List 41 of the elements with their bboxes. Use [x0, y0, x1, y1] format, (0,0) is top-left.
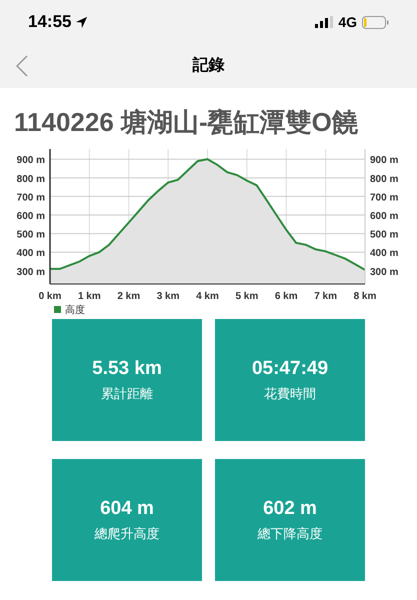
stat-value: 5.53 km	[92, 356, 162, 381]
legend-label: 高度	[65, 305, 85, 316]
network-label: 4G	[338, 12, 357, 32]
x-tick-label: 7 km	[314, 291, 338, 302]
y-tick-label: 600 m	[370, 211, 398, 222]
y-tick-label: 300 m	[370, 266, 398, 278]
x-tick-label: 0 km	[38, 291, 62, 302]
y-tick-label: 500 m	[370, 230, 398, 241]
nav-title: 記錄	[192, 56, 224, 76]
y-tick-label: 500 m	[16, 230, 45, 241]
stat-label: 花費時間	[264, 384, 316, 403]
stat-label: 總爬升高度	[94, 524, 160, 543]
battery-icon	[362, 16, 389, 28]
x-tick-label: 8 km	[354, 291, 376, 302]
y-tick-label: 800 m	[370, 174, 398, 185]
stat-label: 總下降高度	[258, 524, 322, 543]
y-tick-label: 900 m	[16, 155, 45, 166]
y-tick-label: 300 m	[16, 266, 45, 278]
location-arrow-icon	[75, 16, 88, 28]
back-icon[interactable]	[16, 55, 28, 77]
status-time: 14:55	[28, 11, 72, 34]
y-tick-label: 900 m	[370, 155, 398, 166]
x-tick-label: 2 km	[117, 291, 140, 302]
signal-icon	[315, 16, 334, 28]
x-tick-label: 6 km	[274, 291, 298, 302]
x-tick-label: 3 km	[156, 291, 180, 302]
x-tick-label: 5 km	[235, 291, 258, 302]
route-title: 1140226 塘湖山-甕缸潭雙O饒	[14, 106, 359, 138]
x-tick-label: 1 km	[78, 291, 101, 302]
stat-value: 05:47:49	[252, 356, 328, 381]
stat-value: 604 m	[100, 496, 154, 521]
x-tick-label: 4 km	[196, 291, 219, 302]
y-tick-label: 400 m	[16, 248, 45, 260]
legend-swatch	[54, 306, 61, 313]
stat-value: 602 m	[263, 496, 317, 521]
y-tick-label: 700 m	[16, 192, 45, 204]
y-tick-label: 400 m	[370, 248, 398, 260]
y-tick-label: 700 m	[370, 192, 398, 204]
stat-label: 累計距離	[101, 384, 153, 403]
y-tick-label: 800 m	[16, 174, 45, 185]
y-tick-label: 600 m	[16, 211, 45, 222]
